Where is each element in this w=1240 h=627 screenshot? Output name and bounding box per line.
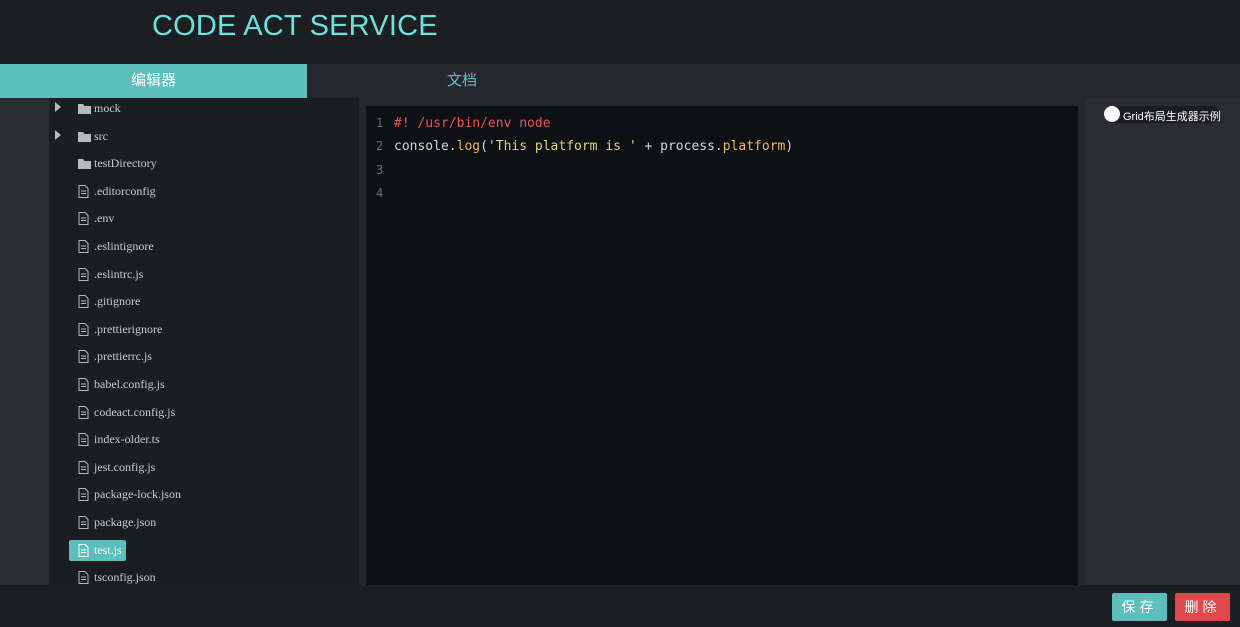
tree-file[interactable]: .prettierignore	[49, 319, 359, 341]
tree-file[interactable]: test.js	[49, 539, 359, 562]
code-line[interactable]: 4	[366, 182, 1078, 205]
toggle-knob-icon	[1104, 106, 1120, 122]
folder-icon	[78, 130, 91, 143]
tree-file[interactable]: .env	[49, 208, 359, 230]
delete-button[interactable]: 删除	[1175, 593, 1230, 621]
code-editor[interactable]: 1 #! /usr/bin/env node 2 console.log('This …	[366, 106, 1078, 585]
file-icon	[78, 488, 90, 502]
tree-item-label: .eslintignore	[94, 239, 154, 253]
sidebar-gutter	[0, 98, 49, 585]
file-icon	[78, 240, 90, 253]
tree-file[interactable]: .eslintrc.js	[49, 264, 359, 286]
tree-item-label: index-older.ts	[94, 432, 160, 447]
tree-item-label: .editorconfig	[94, 183, 156, 198]
expand-caret-icon[interactable]	[55, 102, 61, 112]
save-button[interactable]: 保存	[1112, 593, 1167, 621]
tree-item-label: .prettierrc.js	[94, 349, 152, 364]
file-icon	[78, 267, 90, 281]
tree-file[interactable]: tsconfig.json	[49, 567, 359, 585]
panel-divider	[359, 98, 366, 585]
file-icon	[78, 350, 90, 364]
tree-item-label: .gitignore	[94, 294, 141, 309]
grid-example-toggle[interactable]: Grid布局生成器示例	[1104, 106, 1221, 123]
file-icon	[78, 184, 90, 198]
tree-file[interactable]: .prettierrc.js	[49, 346, 359, 368]
line-number: 4	[376, 185, 384, 200]
file-tree: mock src testDirectory .editorconfig .env .es…	[49, 98, 359, 585]
app-title: CODE ACT SERVICE	[152, 10, 438, 42]
tree-file[interactable]: package.json	[49, 512, 359, 534]
file-icon	[78, 516, 90, 529]
file-icon	[78, 405, 90, 419]
file-icon	[78, 543, 90, 557]
tree-item-label: babel.config.js	[94, 377, 165, 391]
tree-item-label: package.json	[94, 515, 157, 529]
tab-docs[interactable]: 文档	[307, 64, 617, 98]
line-number: 2	[376, 139, 384, 154]
file-icon	[78, 212, 90, 226]
tree-item-label: mock	[94, 101, 121, 115]
tree-item-label: .env	[94, 211, 115, 226]
tree-file[interactable]: babel.config.js	[49, 374, 359, 396]
line-number: 3	[376, 162, 384, 177]
tree-item-label: package-lock.json	[94, 487, 181, 502]
tree-file[interactable]: index-older.ts	[49, 429, 359, 451]
tree-item-label: codeact.config.js	[94, 404, 176, 419]
tree-item-label: tsconfig.json	[94, 570, 156, 585]
tree-file[interactable]: .eslintignore	[49, 236, 359, 258]
tree-file[interactable]: codeact.config.js	[49, 402, 359, 424]
tree-item-label: jest.config.js	[94, 459, 156, 474]
code-token: + process.	[636, 139, 723, 155]
tree-folder[interactable]: mock	[49, 98, 359, 120]
code-token: )	[785, 139, 794, 155]
tree-file[interactable]: .editorconfig	[49, 181, 359, 203]
code-line[interactable]: 3	[366, 159, 1078, 182]
editor-top-bar	[366, 98, 1078, 106]
code-token: log	[456, 139, 481, 155]
tree-item-label: testDirectory	[94, 156, 157, 171]
tree-item-label: test.js	[94, 542, 122, 557]
footer-bar: 保存 删除	[0, 585, 1240, 627]
app-header: CODE ACT SERVICE	[0, 0, 1240, 64]
panel-divider-right	[1078, 98, 1085, 585]
folder-icon	[78, 102, 91, 115]
file-icon	[78, 460, 90, 474]
expand-caret-icon[interactable]	[55, 129, 61, 140]
file-icon	[78, 322, 90, 336]
tree-file[interactable]: .gitignore	[49, 291, 359, 313]
file-icon	[78, 295, 90, 309]
tab-bar: 编辑器 文档	[0, 64, 1240, 98]
code-line[interactable]: 1 #! /usr/bin/env node	[366, 112, 1078, 135]
right-panel: Grid布局生成器示例	[1085, 98, 1240, 585]
file-icon	[78, 378, 90, 391]
tab-editor[interactable]: 编辑器	[0, 64, 307, 98]
line-number: 1	[376, 116, 384, 130]
tree-file[interactable]: package-lock.json	[49, 484, 359, 506]
folder-icon	[78, 157, 91, 170]
file-icon	[78, 433, 90, 447]
tree-folder[interactable]: testDirectory	[49, 153, 359, 175]
tree-item-label: .eslintrc.js	[94, 266, 144, 281]
code-token: console.	[394, 139, 457, 155]
tree-file[interactable]: jest.config.js	[49, 457, 359, 479]
tree-item-label: .prettierignore	[94, 321, 163, 336]
code-token: #! /usr/bin/env node	[394, 116, 551, 131]
grid-example-label: Grid布局生成器示例	[1123, 111, 1221, 123]
tree-item-label: src	[94, 128, 108, 143]
file-icon	[78, 571, 90, 585]
tree-folder[interactable]: src	[49, 126, 359, 148]
code-text: console.log('This platform is ' + proces…	[394, 139, 793, 154]
code-line[interactable]: 2 console.log('This platform is ' + proce…	[366, 135, 1078, 158]
code-token: 'This platform is '	[487, 139, 637, 155]
code-token: (	[480, 139, 488, 155]
code-text: #! /usr/bin/env node	[394, 116, 551, 131]
code-token: platform	[722, 139, 786, 155]
